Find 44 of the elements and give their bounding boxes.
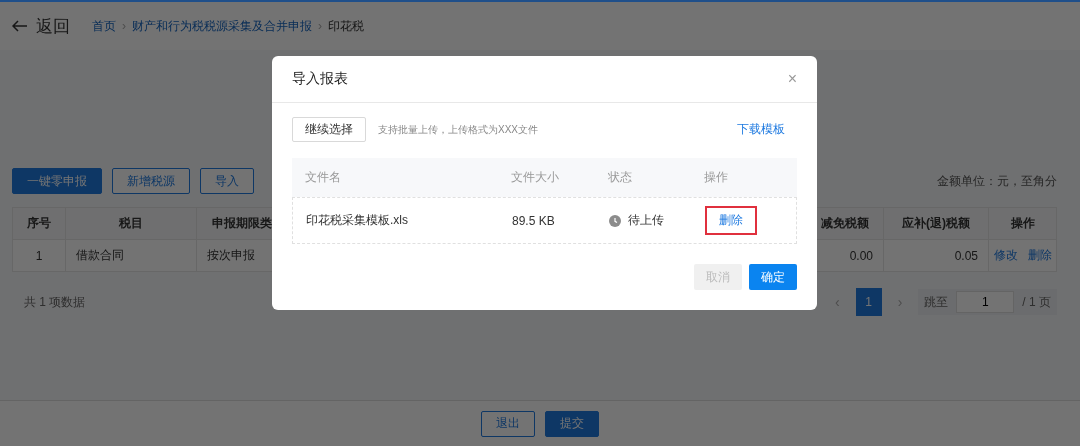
breadcrumb-item[interactable]: 首页	[92, 17, 116, 35]
toolbar-button[interactable]: 一键零申报	[12, 168, 102, 194]
footer-button[interactable]: 退出	[481, 410, 535, 437]
back-arrow-icon[interactable]	[12, 20, 28, 32]
download-template-link[interactable]: 下载模板	[737, 121, 785, 138]
dialog-button[interactable]: 确定	[749, 264, 797, 290]
jump-label: 跳至	[924, 293, 949, 311]
record-count: 共 1 项数据	[24, 293, 86, 311]
toolbar-button[interactable]: 导入	[200, 168, 254, 194]
delete-link[interactable]: 删除	[705, 206, 757, 235]
next-page-button[interactable]: ›	[891, 294, 909, 310]
breadcrumb-separator-icon: ›	[318, 19, 322, 33]
unit-note: 金额单位：元，至角分	[937, 172, 1057, 190]
column-header: 应补(退)税额	[884, 208, 989, 239]
column-header: 操作	[1009, 215, 1036, 232]
toolbar-button[interactable]: 新增税源	[112, 168, 190, 194]
prev-page-button[interactable]: ‹	[828, 294, 846, 310]
table-cell: 1	[13, 240, 66, 271]
column-header: 税目	[66, 208, 197, 239]
column-header: 操作	[703, 169, 729, 186]
page-input-field[interactable]: 1	[956, 291, 1015, 313]
breadcrumb-item[interactable]: 财产和行为税税源采集及合并申报	[132, 17, 312, 35]
footer-button[interactable]: 提交	[545, 410, 599, 437]
breadcrumb-item: 印花税	[328, 17, 364, 35]
dialog-title: 导入报表	[292, 70, 348, 88]
row-action-link[interactable]: 删除	[1027, 247, 1052, 264]
table-cell: 借款合同	[66, 240, 197, 271]
total-pages: / 1 页	[1022, 293, 1051, 311]
column-header: 文件大小	[510, 169, 560, 186]
page-button[interactable]: 1	[855, 288, 882, 316]
back-link[interactable]: 返回	[36, 14, 70, 38]
column-header: 序号	[13, 208, 66, 239]
breadcrumb-separator-icon: ›	[122, 19, 126, 33]
row-action-link[interactable]: 修改	[993, 247, 1018, 264]
clock-icon	[609, 214, 621, 227]
status-text: 待上传	[628, 212, 664, 229]
column-header: 状态	[607, 169, 633, 186]
column-header: 文件名	[304, 169, 342, 186]
table-cell-text: 印花税采集模板.xls	[305, 212, 409, 229]
table-cell-text: 89.5 KB	[511, 213, 556, 228]
upload-hint: 支持批量上传，上传格式为XXX文件	[378, 122, 538, 137]
table-cell: 0.05	[884, 240, 989, 271]
select-files-button[interactable]: 继续选择	[292, 117, 366, 142]
close-button[interactable]: ×	[787, 70, 797, 88]
